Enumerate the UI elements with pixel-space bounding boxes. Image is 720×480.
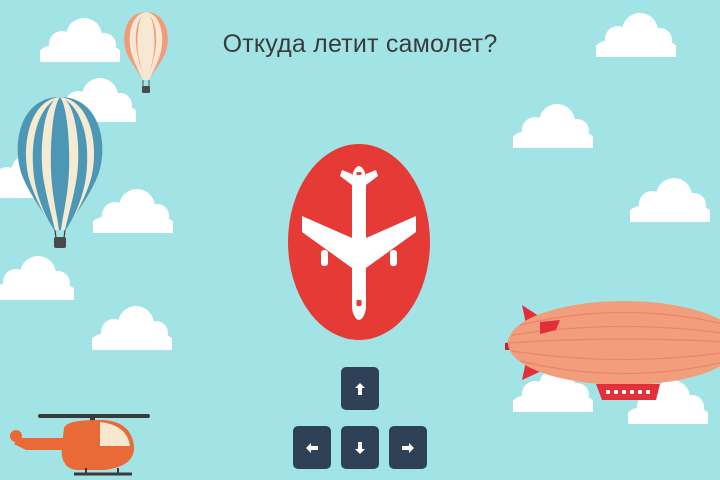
- arrow-down-icon: [355, 441, 365, 454]
- arrow-up-icon: [355, 382, 365, 395]
- arrow-right-icon: [402, 442, 414, 453]
- arrow-left-key[interactable]: [293, 426, 331, 469]
- arrow-up-key[interactable]: [341, 367, 379, 410]
- arrow-right-key[interactable]: [389, 426, 427, 469]
- arrow-down-key[interactable]: [341, 426, 379, 469]
- arrow-left-icon: [306, 442, 318, 453]
